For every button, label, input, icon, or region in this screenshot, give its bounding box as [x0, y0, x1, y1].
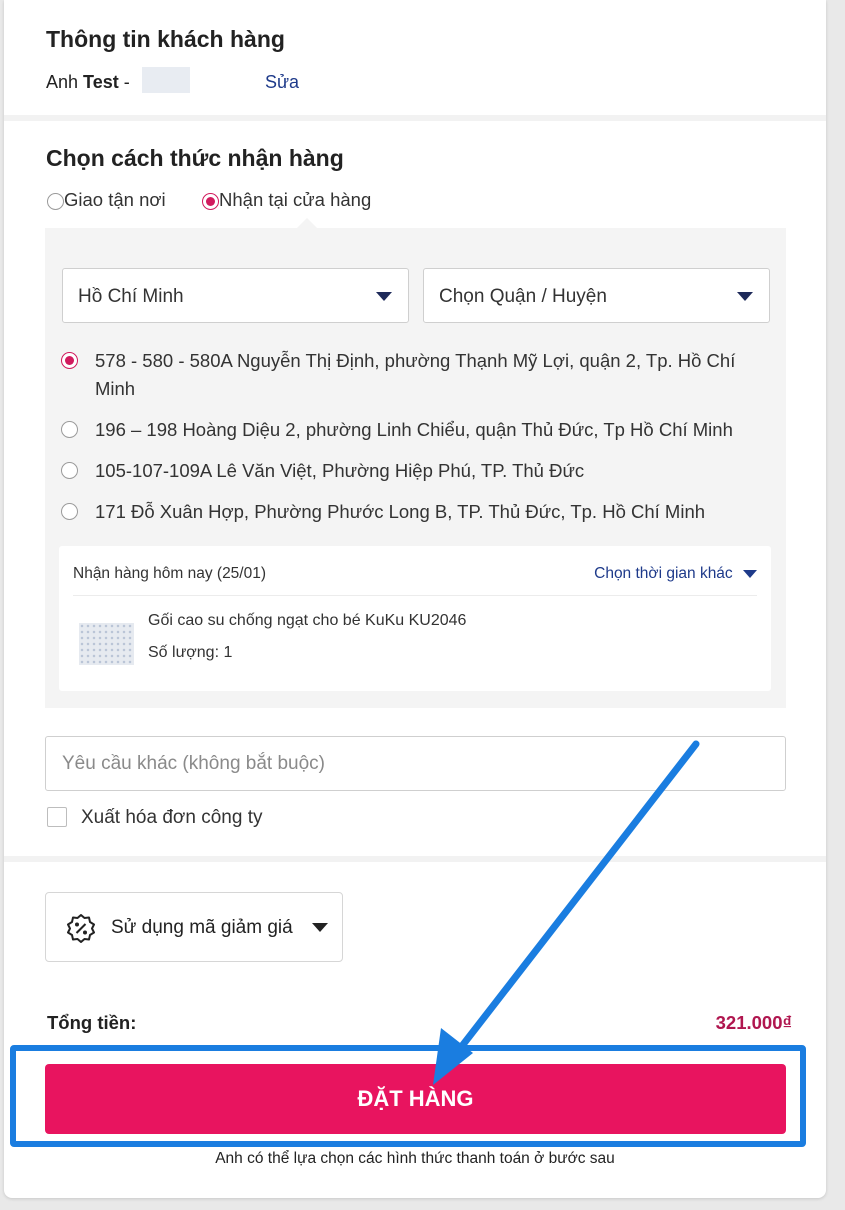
- coupon-dropdown[interactable]: Sử dụng mã giảm giá: [45, 892, 343, 962]
- total-amount: 321.000₫: [715, 1012, 792, 1033]
- pickup-time-box: Nhận hàng hôm nay (25/01) Chọn thời gian…: [59, 546, 771, 691]
- store-address-4: 171 Đỗ Xuân Hợp, Phường Phước Long B, TP…: [95, 501, 706, 522]
- store-address-3: 105-107-109A Lê Văn Việt, Phường Hiệp Ph…: [95, 460, 585, 481]
- radio-store-pickup[interactable]: [202, 192, 219, 210]
- delivery-option-home[interactable]: Giao tận nơi: [47, 189, 166, 211]
- product-thumbnail: [79, 623, 134, 665]
- coupon-label: Sử dụng mã giảm giá: [111, 917, 293, 938]
- delivery-option-store-label: Nhận tại cửa hàng: [219, 189, 372, 210]
- product-name: Gối cao su chống ngạt cho bé KuKu KU2046: [148, 612, 467, 629]
- customer-info-title: Thông tin khách hàng: [46, 26, 285, 52]
- store-option-3[interactable]: 105-107-109A Lê Văn Việt, Phường Hiệp Ph…: [61, 457, 781, 485]
- edit-customer-link[interactable]: Sửa: [265, 72, 299, 93]
- city-select[interactable]: Hồ Chí Minh: [62, 268, 409, 323]
- store-radio-3[interactable]: [61, 462, 78, 479]
- radio-home-delivery[interactable]: [47, 192, 64, 210]
- section-divider: [4, 115, 826, 121]
- store-option-2[interactable]: 196 – 198 Hoàng Diệu 2, phường Linh Chiể…: [61, 416, 781, 444]
- customer-salutation: Anh: [46, 72, 79, 92]
- pickup-divider: [73, 595, 757, 596]
- store-option-4[interactable]: 171 Đỗ Xuân Hợp, Phường Phước Long B, TP…: [61, 498, 781, 526]
- district-select-value: Chọn Quận / Huyện: [439, 286, 607, 307]
- payment-note: Anh có thể lựa chọn các hình thức thanh …: [215, 1150, 615, 1167]
- customer-name-line: Anh Test -: [46, 72, 130, 93]
- store-pickup-panel: Hồ Chí Minh Chọn Quận / Huyện 578 - 580 …: [45, 218, 786, 708]
- city-select-value: Hồ Chí Minh: [78, 286, 184, 307]
- section-divider: [4, 856, 826, 862]
- delivery-method-title: Chọn cách thức nhận hàng: [46, 145, 344, 171]
- extra-request-placeholder: Yêu cầu khác (không bắt buộc): [62, 753, 326, 774]
- total-label: Tổng tiền:: [47, 1012, 137, 1033]
- chevron-down-icon: [376, 292, 392, 301]
- panel-pointer: [297, 218, 317, 228]
- pickup-date-label: Nhận hàng hôm nay (25/01): [73, 565, 267, 582]
- delivery-option-home-label: Giao tận nơi: [64, 189, 166, 210]
- store-address-1: 578 - 580 - 580A Nguyễn Thị Định, phường…: [95, 350, 736, 399]
- choose-other-time-link[interactable]: Chọn thời gian khác: [594, 565, 757, 583]
- delivery-option-store[interactable]: Nhận tại cửa hàng: [202, 189, 371, 211]
- customer-name: Test: [83, 72, 119, 92]
- discount-badge-icon: [67, 914, 95, 943]
- choose-other-time-label: Chọn thời gian khác: [594, 565, 733, 582]
- customer-dash: -: [123, 72, 130, 92]
- invoice-label: Xuất hóa đơn công ty: [81, 807, 263, 828]
- chevron-down-icon: [312, 923, 328, 932]
- chevron-down-icon: [737, 292, 753, 301]
- checkout-card: Thông tin khách hàng Anh Test - Sửa Chọn…: [4, 0, 826, 1198]
- store-option-1[interactable]: 578 - 580 - 580A Nguyễn Thị Định, phường…: [61, 347, 771, 403]
- product-quantity: Số lượng: 1: [148, 644, 233, 661]
- store-radio-4[interactable]: [61, 503, 78, 520]
- redacted-phone: [142, 67, 190, 93]
- invoice-checkbox[interactable]: [47, 807, 67, 827]
- store-address-2: 196 – 198 Hoàng Diệu 2, phường Linh Chiể…: [95, 419, 733, 440]
- extra-request-input[interactable]: Yêu cầu khác (không bắt buộc): [45, 736, 786, 791]
- district-select[interactable]: Chọn Quận / Huyện: [423, 268, 770, 323]
- chevron-down-icon: [743, 569, 757, 578]
- store-radio-2[interactable]: [61, 421, 78, 438]
- store-radio-1[interactable]: [61, 352, 78, 369]
- annotation-highlight-box: [10, 1045, 806, 1147]
